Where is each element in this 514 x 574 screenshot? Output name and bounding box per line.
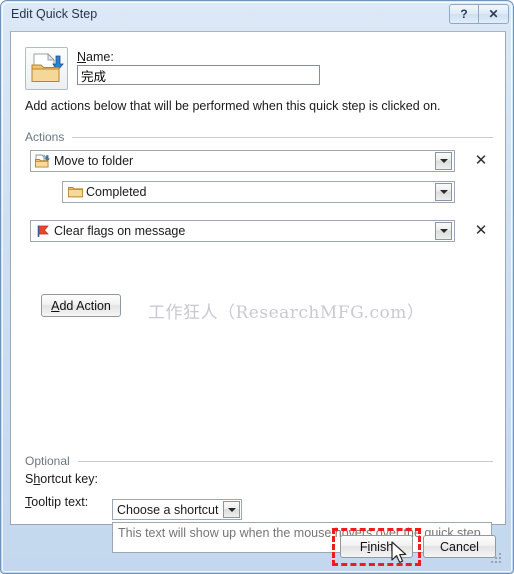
title-bar[interactable]: Edit Quick Step ? ✕	[1, 1, 514, 31]
finish-button-label: Finish	[359, 539, 394, 554]
edit-quick-step-dialog: Edit Quick Step ? ✕ Name: 完成 Add actions…	[0, 0, 514, 574]
delete-action-button[interactable]: ✕	[473, 223, 489, 239]
question-mark-icon: ?	[460, 7, 468, 21]
move-to-folder-icon	[34, 153, 52, 169]
help-button[interactable]: ?	[449, 4, 478, 24]
dialog-content-panel: Name: Add actions below that will be per…	[10, 31, 506, 553]
tooltip-text-label: Tooltip text:	[25, 495, 89, 509]
action-label: Clear flags on message	[54, 224, 186, 238]
actions-group-divider	[72, 136, 493, 138]
add-action-label: Add Action	[51, 298, 111, 313]
window-title: Edit Quick Step	[11, 7, 98, 21]
shortcut-key-select[interactable]: Choose a shortcut	[112, 499, 243, 520]
action-label: Move to folder	[54, 154, 134, 168]
optional-group-label: Optional	[25, 454, 70, 468]
chevron-down-icon	[439, 190, 448, 194]
caption-button-group: ? ✕	[449, 4, 509, 24]
optional-group-divider	[77, 460, 493, 462]
action-row[interactable]: Completed	[62, 181, 455, 203]
action-row[interactable]: Clear flags on message	[30, 220, 455, 242]
name-input[interactable]	[77, 65, 320, 85]
clear-flag-icon	[34, 223, 52, 239]
actions-group-label: Actions	[25, 130, 65, 144]
cancel-button-label: Cancel	[440, 539, 479, 554]
actions-group-header: Actions	[25, 129, 493, 145]
watermark-text: 工作狂人（ResearchMFG.com）	[148, 303, 425, 323]
move-to-folder-glyph	[31, 52, 64, 82]
action-value-label: Completed	[86, 185, 147, 199]
name-label: Name:	[77, 50, 114, 64]
chevron-down-icon	[439, 229, 448, 233]
description-text: Add actions below that will be performed…	[25, 99, 441, 113]
add-action-button[interactable]: Add Action	[41, 294, 121, 317]
cancel-button[interactable]: Cancel	[423, 535, 496, 558]
action-row[interactable]: Move to folder	[30, 150, 455, 172]
shortcut-key-label: Shortcut key:	[25, 472, 98, 486]
optional-group-header: Optional	[25, 453, 493, 469]
quick-step-icon	[25, 47, 68, 90]
finish-button[interactable]: Finish	[340, 535, 413, 558]
close-button[interactable]: ✕	[478, 4, 509, 24]
action-dropdown-button[interactable]	[435, 222, 452, 240]
folder-dropdown-button[interactable]	[435, 183, 452, 201]
action-dropdown-button[interactable]	[435, 152, 452, 170]
folder-icon	[66, 184, 84, 200]
shortcut-dropdown-button[interactable]	[223, 501, 241, 518]
close-icon: ✕	[488, 7, 499, 21]
shortcut-key-value: Choose a shortcut	[117, 502, 219, 517]
chevron-down-icon	[439, 159, 448, 163]
delete-action-button[interactable]: ✕	[473, 153, 489, 169]
chevron-down-icon	[227, 507, 236, 512]
